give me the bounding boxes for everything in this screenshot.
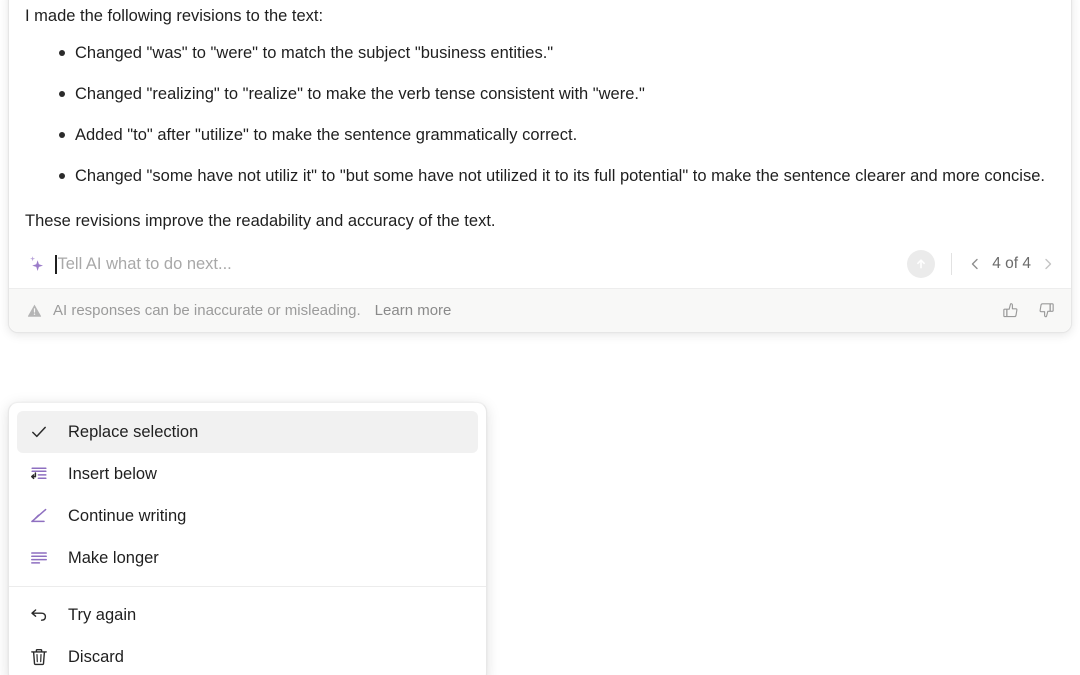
menu-item-label: Continue writing bbox=[68, 506, 187, 525]
thumbs-up-icon[interactable] bbox=[999, 300, 1021, 322]
menu-item-label: Try again bbox=[68, 605, 137, 624]
feedback-group bbox=[999, 300, 1057, 322]
insert-below-icon bbox=[27, 462, 51, 486]
text-cursor bbox=[55, 254, 57, 274]
text-lines-icon bbox=[27, 546, 51, 570]
bullet-dot bbox=[59, 132, 65, 138]
bullet-dot bbox=[59, 50, 65, 56]
list-item: Changed "some have not utiliz it" to "bu… bbox=[25, 156, 1051, 197]
chevron-left-icon[interactable] bbox=[966, 255, 984, 273]
ai-prompt-row: 4 of 4 bbox=[9, 240, 1071, 288]
menu-item-continue-writing[interactable]: Continue writing bbox=[17, 495, 478, 537]
revision-list: Changed "was" to "were" to match the sub… bbox=[25, 33, 1051, 197]
bullet-dot bbox=[59, 173, 65, 179]
list-item: Changed "realizing" to "realize" to make… bbox=[25, 74, 1051, 115]
menu-item-label: Replace selection bbox=[68, 422, 199, 441]
list-item-text: Changed "some have not utiliz it" to "bu… bbox=[75, 167, 1045, 185]
bullet-dot bbox=[59, 91, 65, 97]
menu-item-make-longer[interactable]: Make longer bbox=[17, 537, 478, 579]
ai-actions-menu: Replace selection Insert below Continue … bbox=[8, 402, 487, 675]
ai-response-body: I made the following revisions to the te… bbox=[9, 0, 1071, 240]
thumbs-down-icon[interactable] bbox=[1035, 300, 1057, 322]
menu-item-label: Insert below bbox=[68, 464, 157, 483]
response-intro: I made the following revisions to the te… bbox=[25, 7, 324, 25]
disclaimer-text: AI responses can be inaccurate or mislea… bbox=[53, 302, 361, 319]
pager-label: 4 of 4 bbox=[992, 255, 1031, 272]
ai-disclaimer-row: AI responses can be inaccurate or mislea… bbox=[9, 288, 1071, 332]
menu-item-insert-below[interactable]: Insert below bbox=[17, 453, 478, 495]
list-item-text: Changed "was" to "were" to match the sub… bbox=[75, 44, 554, 62]
check-icon bbox=[27, 420, 51, 444]
send-button[interactable] bbox=[907, 250, 936, 278]
menu-item-label: Make longer bbox=[68, 548, 159, 567]
screen-root: I made the following revisions to the te… bbox=[0, 0, 1080, 675]
prompt-input-wrap bbox=[55, 240, 900, 288]
trash-icon bbox=[27, 645, 51, 669]
warning-triangle-icon bbox=[25, 302, 43, 320]
menu-item-try-again[interactable]: Try again bbox=[17, 594, 478, 636]
sparkle-icon bbox=[25, 253, 47, 275]
undo-arrow-icon bbox=[27, 603, 51, 627]
list-item-text: Added "to" after "utilize" to make the s… bbox=[75, 126, 578, 144]
ai-prompt-input[interactable] bbox=[57, 240, 900, 288]
menu-item-discard[interactable]: Discard bbox=[17, 636, 478, 675]
chevron-right-icon[interactable] bbox=[1039, 255, 1057, 273]
list-item-text: Changed "realizing" to "realize" to make… bbox=[75, 85, 645, 103]
learn-more-link[interactable]: Learn more bbox=[375, 302, 452, 319]
menu-divider bbox=[9, 586, 486, 587]
menu-item-label: Discard bbox=[68, 647, 124, 666]
ai-response-panel: I made the following revisions to the te… bbox=[8, 0, 1072, 333]
response-closing: These revisions improve the readability … bbox=[25, 212, 496, 230]
list-item: Changed "was" to "were" to match the sub… bbox=[25, 33, 1051, 74]
response-pager: 4 of 4 bbox=[966, 255, 1057, 273]
pencil-icon bbox=[27, 504, 51, 528]
menu-item-replace-selection[interactable]: Replace selection bbox=[17, 411, 478, 453]
toolbar-divider bbox=[951, 253, 953, 275]
list-item: Added "to" after "utilize" to make the s… bbox=[25, 115, 1051, 156]
